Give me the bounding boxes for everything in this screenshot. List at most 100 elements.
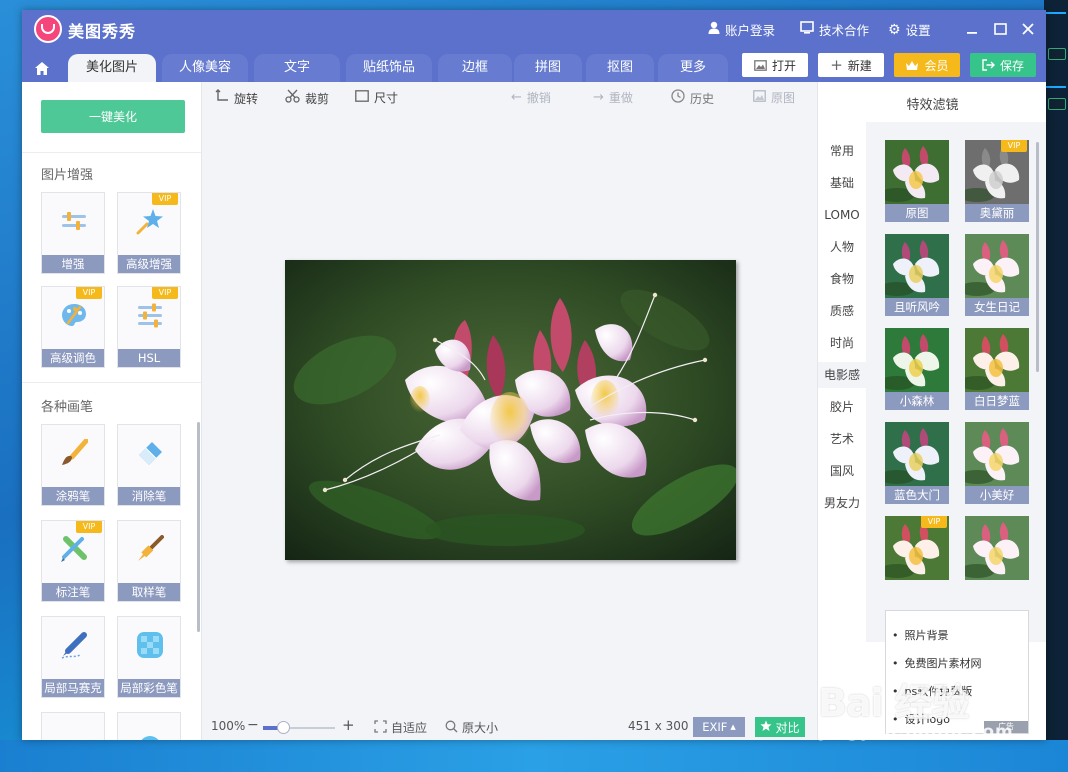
tab-text[interactable]: 文字 xyxy=(254,54,340,82)
exif-button[interactable]: EXIF ▲ xyxy=(693,717,745,737)
tool-marker-pen[interactable]: VIP 标注笔 xyxy=(41,520,105,602)
filter-category[interactable]: 时尚 xyxy=(818,330,866,356)
vip-button[interactable]: 会员 xyxy=(894,53,960,77)
size-label: 尺寸 xyxy=(374,91,399,105)
left-tool-panel: 一键美化 图片增强 增强 VIP 高级增强 VIP 高级调色 VIP HSL 各… xyxy=(22,82,202,740)
plus-icon: + xyxy=(830,56,843,74)
filter-category[interactable]: 国风 xyxy=(818,458,866,484)
tool-label: 涂鸦笔 xyxy=(42,487,104,505)
zoom-in-button[interactable]: + xyxy=(342,716,355,734)
tab-border[interactable]: 边框 xyxy=(438,54,512,82)
filter-category[interactable]: 胶片 xyxy=(818,394,866,420)
filter-panel-title: 特效滤镜 xyxy=(906,98,959,113)
maximize-button[interactable] xyxy=(987,16,1013,42)
crop-button[interactable]: 裁剪 xyxy=(285,89,329,107)
divider xyxy=(22,152,201,153)
filter-thumbnail[interactable]: 白日梦蓝 xyxy=(965,328,1029,410)
filter-thumbnail[interactable]: 且听风吟 xyxy=(885,234,949,316)
tab-beautify[interactable]: 美化图片 xyxy=(68,54,156,82)
filter-thumbnail[interactable]: VIP 奥黛丽 xyxy=(965,140,1029,222)
open-button[interactable]: 打开 xyxy=(742,53,808,77)
desktop-widget xyxy=(1048,98,1066,110)
vip-badge: VIP xyxy=(152,287,178,299)
tool-local-color-brush[interactable]: 局部彩色笔 xyxy=(117,616,181,698)
settings-button[interactable]: ⚙ 设置 xyxy=(888,20,931,39)
filter-preview-image xyxy=(885,328,949,392)
tool-sample-brush[interactable]: 取样笔 xyxy=(117,520,181,602)
cooperate-button[interactable]: 技术合作 xyxy=(800,20,869,39)
canvas-status-bar: 100% − + 自适应 原大小 451 x 300 EXIF ▲ 对比 xyxy=(203,714,815,740)
one-key-beautify-button[interactable]: 一键美化 xyxy=(41,100,185,133)
tool-partial[interactable] xyxy=(41,712,105,740)
zoom-slider-knob[interactable] xyxy=(277,721,291,734)
undo-button[interactable]: ← 撤销 xyxy=(511,89,551,106)
desktop-widget xyxy=(1048,48,1066,60)
desktop-line xyxy=(1046,86,1066,88)
rotate-button[interactable]: 旋转 xyxy=(215,89,258,107)
left-scrollbar[interactable] xyxy=(197,422,200,632)
tool-label: 增强 xyxy=(42,255,104,273)
baidu-watermark-url: jingyan.baidu.com xyxy=(820,722,1014,742)
filter-label: 小美好 xyxy=(965,486,1029,504)
filter-thumbnail[interactable]: 小森林 xyxy=(885,328,949,410)
filter-category[interactable]: 质感 xyxy=(818,298,866,324)
tool-hsl[interactable]: VIP HSL xyxy=(117,286,181,368)
filter-category[interactable]: 人物 xyxy=(818,234,866,260)
image-icon xyxy=(754,59,767,71)
tool-label: 取样笔 xyxy=(118,583,180,601)
account-login-button[interactable]: 账户登录 xyxy=(708,20,775,39)
zoom-out-button[interactable]: − xyxy=(247,717,259,733)
original-label: 原图 xyxy=(771,91,796,105)
tab-portrait[interactable]: 人像美容 xyxy=(162,54,248,82)
filter-thumbnail[interactable] xyxy=(965,516,1029,580)
home-button[interactable] xyxy=(28,55,56,81)
filter-thumbnail[interactable]: 女生日记 xyxy=(965,234,1029,316)
tab-collage[interactable]: 拼图 xyxy=(514,54,582,82)
settings-label: 设置 xyxy=(905,23,931,38)
fit-button[interactable]: 自适应 xyxy=(374,719,427,736)
save-button[interactable]: 保存 xyxy=(970,53,1036,77)
original-button[interactable]: 原图 xyxy=(753,89,795,106)
actual-size-button[interactable]: 原大小 xyxy=(445,719,498,736)
tab-cutout[interactable]: 抠图 xyxy=(586,54,654,82)
tab-more[interactable]: 更多 xyxy=(658,54,728,82)
tab-stickers[interactable]: 贴纸饰品 xyxy=(346,54,432,82)
filter-category[interactable]: LOMO xyxy=(818,202,866,228)
filter-scrollbar[interactable] xyxy=(1036,142,1039,372)
filter-category[interactable]: 男友力 xyxy=(818,490,866,516)
minimize-icon xyxy=(967,32,977,34)
canvas-photo[interactable] xyxy=(285,260,736,560)
tool-advanced-color[interactable]: VIP 高级调色 xyxy=(41,286,105,368)
compare-button[interactable]: 对比 xyxy=(755,717,805,737)
minimize-button[interactable] xyxy=(959,16,985,42)
tool-enhance[interactable]: 增强 xyxy=(41,192,105,274)
filter-category[interactable]: 艺术 xyxy=(818,426,866,452)
filter-thumbnail[interactable]: 小美好 xyxy=(965,422,1029,504)
ad-link[interactable]: • 照片背景 xyxy=(892,627,949,643)
filter-category[interactable]: 食物 xyxy=(818,266,866,292)
filter-thumbnail[interactable]: 原图 xyxy=(885,140,949,222)
color-mosaic-icon xyxy=(134,629,166,661)
filter-preview-image xyxy=(965,422,1029,486)
tool-local-mosaic[interactable]: 局部马赛克 xyxy=(41,616,105,698)
tool-advanced-enhance[interactable]: VIP 高级增强 xyxy=(117,192,181,274)
filter-category[interactable]: 常用 xyxy=(818,138,866,164)
size-button[interactable]: 尺寸 xyxy=(355,89,398,106)
filter-category[interactable]: 电影感 xyxy=(818,362,866,388)
tool-partial[interactable] xyxy=(117,712,181,740)
filter-thumbnail[interactable]: VIP xyxy=(885,516,949,580)
hsl-sliders-icon xyxy=(134,299,166,331)
magnifier-icon xyxy=(445,720,458,736)
tool-eraser[interactable]: 消除笔 xyxy=(117,424,181,506)
tool-doodle-brush[interactable]: 涂鸦笔 xyxy=(41,424,105,506)
history-button[interactable]: 历史 xyxy=(671,89,714,107)
purple-shape-icon xyxy=(58,725,90,740)
ad-link[interactable]: • 免费图片素材网 xyxy=(892,655,982,671)
filter-thumbnail[interactable]: 蓝色大门 xyxy=(885,422,949,504)
filter-category[interactable]: 基础 xyxy=(818,170,866,196)
redo-button[interactable]: → 重做 xyxy=(593,89,633,106)
new-button[interactable]: + 新建 xyxy=(818,53,884,77)
undo-label: 撤销 xyxy=(526,91,551,105)
close-button[interactable] xyxy=(1015,16,1041,42)
export-icon xyxy=(982,59,995,71)
